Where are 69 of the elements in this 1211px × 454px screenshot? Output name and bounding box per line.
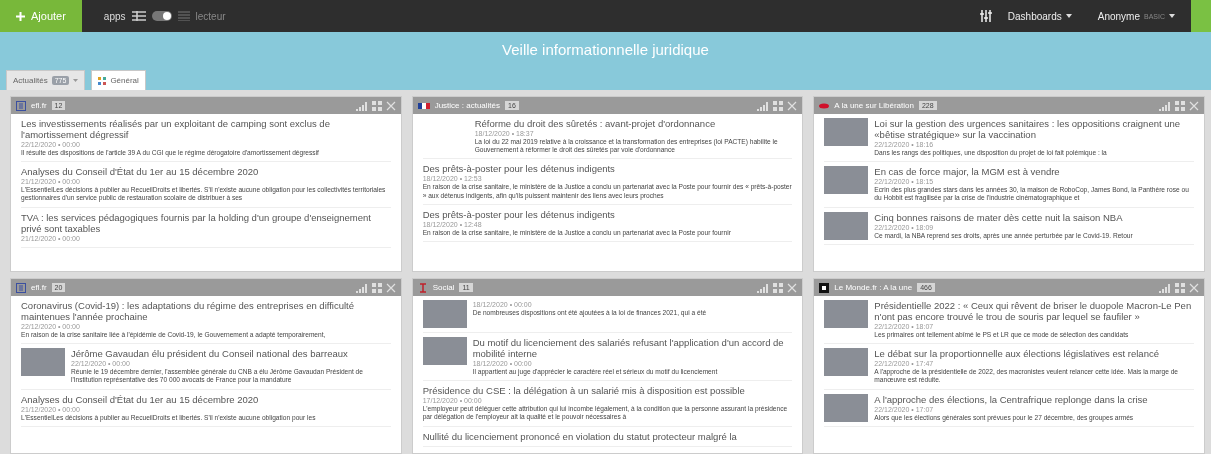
grid-icon <box>98 76 107 85</box>
caret-icon <box>1169 14 1175 18</box>
square-logo-icon <box>819 282 830 293</box>
source-name: Social <box>432 283 455 292</box>
apps-label: apps <box>103 10 126 22</box>
source-name: A la une sur Libération <box>834 101 914 110</box>
document-icon <box>16 100 26 111</box>
document-icon <box>16 282 26 293</box>
article-title[interactable]: Nullité du licenciement prononcé en violation du statut protecteur malgré la <box>422 430 737 442</box>
article-title[interactable]: TVA : les services pédagogiques fournis par la holding d'un groupe d'enseignement privé sont taxables <box>21 211 391 234</box>
close-icon[interactable] <box>1189 282 1199 293</box>
source-name: Justice : actualités <box>434 101 501 110</box>
photo-placeholder <box>824 300 869 328</box>
grid-icon[interactable] <box>1175 100 1185 111</box>
close-icon[interactable] <box>787 282 798 293</box>
close-icon[interactable] <box>1189 100 1199 111</box>
article-title[interactable]: Jérôme Gavaudan élu président du Conseil national des barreaux <box>71 348 391 360</box>
signal-bars-icon[interactable] <box>1159 282 1171 293</box>
article-title[interactable]: Présidence du CSE : la délégation à un salarié mis à disposition est possible <box>422 385 793 397</box>
photo-placeholder <box>21 348 65 377</box>
article-title[interactable]: Des prêts-à-poster pour les détenus indigents <box>422 163 793 175</box>
article-title[interactable]: Cinq bonnes raisons de mater dès cette nuit la saison NBA <box>874 211 1133 223</box>
sliders-icon[interactable] <box>979 10 992 22</box>
signal-bars-icon[interactable] <box>757 100 770 111</box>
photo-placeholder <box>824 211 869 240</box>
photo-placeholder <box>824 166 869 195</box>
article-title[interactable]: Présidentielle 2022 : « Ceux qui rêvent de briser le duopole Macron-Le Pen n'ont pas encore trouvé le trou de souris par lequel se faufiler » <box>874 300 1194 322</box>
tab[interactable]: Général <box>91 70 146 90</box>
photo-placeholder <box>422 337 467 365</box>
signal-bars-icon[interactable] <box>757 282 770 293</box>
close-icon[interactable] <box>385 282 396 293</box>
article-title[interactable]: Des prêts-à-poster pour les détenus indigents <box>422 208 731 220</box>
photo-placeholder <box>824 348 869 377</box>
article-title[interactable]: Coronavirus (Covid-19) : les adaptations du régime des entreprises en difficulté maintenues l'année prochaine <box>21 300 391 322</box>
article-title[interactable]: Loi sur la gestion des urgences sanitaires : les oppositions craignent une «bêtise stratégique» sur la vaccination <box>874 118 1194 140</box>
photo-placeholder <box>824 393 869 422</box>
article-title[interactable]: Le débat sur la proportionnelle aux élections législatives est relancé <box>874 348 1194 360</box>
article-title[interactable]: Analyses du Conseil d'État du 1er au 15 décembre 2020 <box>21 393 316 405</box>
article-title[interactable]: En cas de force major, la MGM est à vendre <box>874 166 1194 178</box>
grid-icon[interactable] <box>371 100 382 111</box>
article-title[interactable]: Réforme du droit des sûretés : avant-projet d'ordonnance <box>474 118 793 129</box>
caret-icon <box>1065 14 1072 18</box>
close-icon[interactable] <box>385 100 396 111</box>
view-toggle[interactable] <box>151 11 172 21</box>
grid-icon[interactable] <box>371 282 382 293</box>
signal-bars-icon[interactable] <box>1159 100 1171 111</box>
signal-bars-icon[interactable] <box>355 100 368 111</box>
article-title[interactable]: Du motif du licenciement des salariés refusant l'application d'un accord de mobilité interne <box>472 337 793 359</box>
grid-icon[interactable] <box>773 100 784 111</box>
grid-icon[interactable] <box>773 282 784 293</box>
article-title[interactable]: Les investissements réalisés par un exploitant de camping sont exclus de l'amortissement dégressif <box>21 118 391 140</box>
source-name: efl.fr <box>31 283 47 292</box>
dashboard-title: Veille informationnelle juridique <box>501 40 710 60</box>
flag-icon <box>417 100 430 111</box>
caret-icon <box>73 79 79 82</box>
signal-bars-icon[interactable] <box>355 282 368 293</box>
source-name: efl.fr <box>31 101 47 110</box>
dashboards-menu[interactable]: Dashboards <box>997 10 1082 22</box>
article-title[interactable]: A l'approche des élections, la Centrafrique replonge dans la crise <box>874 393 1148 405</box>
grid-icon[interactable] <box>1175 282 1185 293</box>
close-icon[interactable] <box>787 100 798 111</box>
photo-placeholder <box>824 118 869 146</box>
photo-placeholder <box>422 300 467 328</box>
article-title[interactable]: Analyses du Conseil d'État du 1er au 15 décembre 2020 <box>21 166 391 178</box>
grid-view-icon[interactable] <box>131 11 146 21</box>
reader-label: lecteur <box>195 10 226 22</box>
source-name: Le Monde.fr : A la une <box>834 283 913 292</box>
plus-icon <box>16 11 25 21</box>
list-view-icon[interactable] <box>177 11 190 21</box>
